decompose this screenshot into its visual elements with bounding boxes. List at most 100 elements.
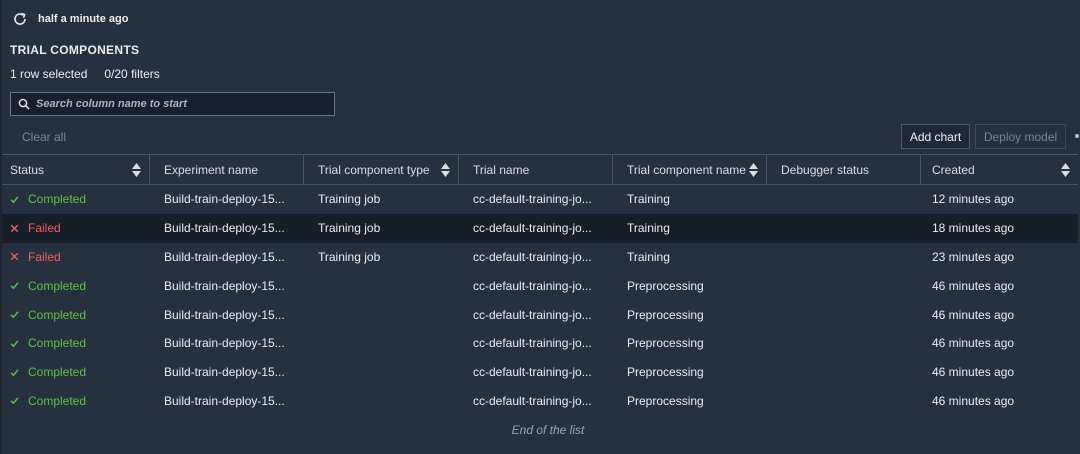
cell-created: 18 minutes ago — [921, 221, 1078, 235]
column-header-created[interactable]: Created — [921, 155, 1078, 184]
created-text: 46 minutes ago — [932, 307, 1015, 322]
status-text: Failed — [28, 221, 61, 236]
sort-icon[interactable] — [1061, 162, 1070, 177]
column-header-trial-component-type[interactable]: Trial component type — [304, 155, 459, 184]
table-row[interactable]: Completed Build-train-deploy-15... cc-defa… — [2, 329, 1078, 358]
component-text: Preprocessing — [627, 365, 704, 380]
cell-status: Completed — [2, 336, 150, 350]
cell-created: 46 minutes ago — [921, 308, 1078, 322]
sort-icon[interactable] — [749, 162, 758, 177]
experiment-text: Build-train-deploy-15... — [164, 221, 285, 236]
filters-count[interactable]: 0/20 filters — [104, 67, 159, 81]
component-text: Training — [627, 249, 670, 264]
created-text: 46 minutes ago — [932, 365, 1015, 380]
created-text: 23 minutes ago — [932, 249, 1015, 264]
check-icon — [10, 281, 19, 290]
cell-experiment: Build-train-deploy-15... — [150, 279, 304, 293]
column-header-debugger-status[interactable]: Debugger status — [767, 155, 921, 184]
check-icon — [10, 368, 19, 377]
cell-trial: cc-default-training-jo... — [459, 250, 613, 264]
cell-component: Training — [613, 221, 767, 235]
component-text: Preprocessing — [627, 393, 704, 408]
status-text: Completed — [28, 307, 87, 322]
cell-experiment: Build-train-deploy-15... — [150, 336, 304, 350]
table-body: Completed Build-train-deploy-15... Trainin… — [2, 185, 1078, 415]
cell-status: Completed — [2, 308, 150, 322]
component-text: Training — [627, 221, 670, 236]
selection-meta: 1 row selected 0/20 filters — [10, 67, 160, 81]
refresh-icon[interactable] — [12, 11, 28, 27]
cell-status: Completed — [2, 365, 150, 379]
status-text: Completed — [28, 192, 87, 207]
cell-status: Completed — [2, 192, 150, 206]
cell-trial: cc-default-training-jo... — [459, 192, 613, 206]
cell-component: Preprocessing — [613, 336, 767, 350]
x-icon — [10, 224, 19, 233]
cell-created: 46 minutes ago — [921, 394, 1078, 408]
table-row[interactable]: Failed Build-train-deploy-15... Training j… — [2, 213, 1078, 243]
row-selected-count: 1 row selected — [10, 67, 88, 81]
cell-experiment: Build-train-deploy-15... — [150, 365, 304, 379]
created-text: 46 minutes ago — [932, 278, 1015, 293]
column-header-experiment-name[interactable]: Experiment name — [150, 155, 304, 184]
last-refreshed-text: half a minute ago — [38, 13, 129, 25]
experiment-text: Build-train-deploy-15... — [164, 278, 285, 293]
deploy-model-button[interactable]: Deploy model — [975, 124, 1066, 149]
cell-status: Failed — [2, 221, 150, 235]
type-text: Training job — [318, 221, 381, 236]
status-text: Completed — [28, 393, 87, 408]
column-header-status[interactable]: Status — [2, 155, 150, 184]
cell-type: Training job — [304, 250, 459, 264]
table-row[interactable]: Failed Build-train-deploy-15... Training j… — [2, 243, 1078, 272]
search-box[interactable] — [10, 92, 335, 116]
cell-trial: cc-default-training-jo... — [459, 365, 613, 379]
check-icon — [10, 310, 19, 319]
cell-experiment: Build-train-deploy-15... — [150, 394, 304, 408]
settings-icon[interactable] — [1074, 131, 1079, 141]
cell-trial: cc-default-training-jo... — [459, 308, 613, 322]
trial-components-table: Status Experiment name Trial component t… — [2, 154, 1078, 415]
trial-text: cc-default-training-jo... — [473, 393, 592, 408]
cell-created: 46 minutes ago — [921, 279, 1078, 293]
table-row[interactable]: Completed Build-train-deploy-15... cc-defa… — [2, 387, 1078, 416]
cell-status: Completed — [2, 394, 150, 408]
trial-text: cc-default-training-jo... — [473, 278, 592, 293]
experiment-text: Build-train-deploy-15... — [164, 307, 285, 322]
column-header-trial-component-name[interactable]: Trial component name — [613, 155, 767, 184]
experiment-text: Build-train-deploy-15... — [164, 393, 285, 408]
check-icon — [10, 195, 19, 204]
add-chart-button[interactable]: Add chart — [901, 124, 970, 149]
cell-trial: cc-default-training-jo... — [459, 221, 613, 235]
cell-component: Training — [613, 250, 767, 264]
sort-icon[interactable] — [132, 162, 141, 177]
experiment-text: Build-train-deploy-15... — [164, 249, 285, 264]
table-row[interactable]: Completed Build-train-deploy-15... Trainin… — [2, 185, 1078, 214]
trial-text: cc-default-training-jo... — [473, 249, 592, 264]
column-header-trial-name[interactable]: Trial name — [459, 155, 613, 184]
search-input[interactable] — [36, 98, 316, 110]
component-text: Training — [627, 192, 670, 207]
sort-icon[interactable] — [441, 162, 450, 177]
trial-text: cc-default-training-jo... — [473, 192, 592, 207]
created-text: 46 minutes ago — [932, 393, 1015, 408]
type-text: Training job — [318, 249, 381, 264]
experiment-text: Build-train-deploy-15... — [164, 365, 285, 380]
component-text: Preprocessing — [627, 336, 704, 351]
check-icon — [10, 339, 19, 348]
clear-all-button[interactable]: Clear all — [22, 130, 66, 144]
cell-experiment: Build-train-deploy-15... — [150, 192, 304, 206]
cell-created: 23 minutes ago — [921, 250, 1078, 264]
table-row[interactable]: Completed Build-train-deploy-15... cc-defa… — [2, 358, 1078, 387]
table-header: Status Experiment name Trial component t… — [2, 154, 1078, 185]
end-of-list-text: End of the list — [511, 423, 585, 437]
created-text: 12 minutes ago — [932, 192, 1015, 207]
trial-text: cc-default-training-jo... — [473, 336, 592, 351]
x-icon — [10, 252, 19, 261]
table-row[interactable]: Completed Build-train-deploy-15... cc-defa… — [2, 300, 1078, 329]
cell-experiment: Build-train-deploy-15... — [150, 221, 304, 235]
cell-component: Training — [613, 192, 767, 206]
table-row[interactable]: Completed Build-train-deploy-15... cc-defa… — [2, 271, 1078, 300]
cell-type: Training job — [304, 221, 459, 235]
status-text: Completed — [28, 278, 87, 293]
cell-component: Preprocessing — [613, 308, 767, 322]
